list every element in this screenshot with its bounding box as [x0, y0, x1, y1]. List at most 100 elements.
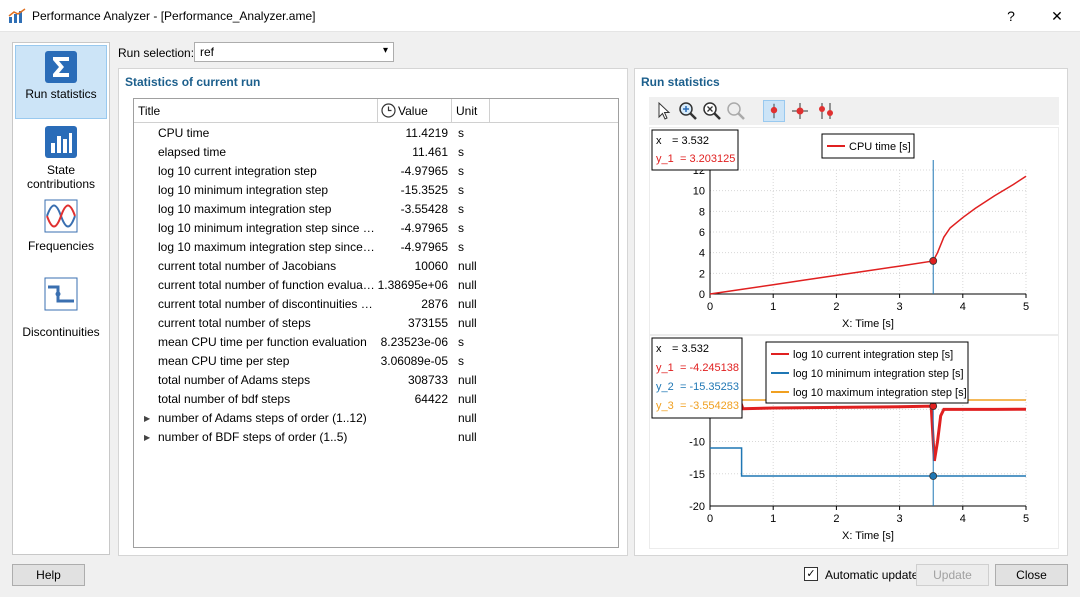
row-value: -4.97965	[400, 164, 448, 178]
table-row[interactable]: total number of bdf steps 64422 null	[134, 390, 618, 409]
cursor-marker	[929, 257, 938, 265]
row-title: current total number of steps	[158, 316, 311, 330]
expand-arrow-icon[interactable]: ▶	[144, 428, 150, 447]
series-line	[708, 402, 1027, 462]
table-row[interactable]: log 10 maximum integration step since la…	[134, 238, 618, 257]
row-unit: s	[458, 145, 464, 159]
table-row[interactable]: current total number of steps 373155 null	[134, 314, 618, 333]
row-unit: s	[458, 202, 464, 216]
row-title: number of Adams steps of order (1..12)	[158, 411, 367, 425]
cpu-time-plot[interactable]: 0 2 4 6 8 10 12 0 1 2 3 4 5 X: Time [s] x = 3.532 y_1 = 3…	[649, 127, 1059, 335]
row-value: -15.3525	[400, 183, 448, 197]
table-row[interactable]: current total number of discontinuities …	[134, 295, 618, 314]
auto-update-label: Automatic update	[825, 568, 919, 582]
x-tick-label: 0	[707, 301, 713, 313]
row-title: log 10 maximum integration step	[158, 202, 332, 216]
close-button[interactable]: Close	[995, 564, 1068, 586]
y-tick-label: 6	[699, 227, 705, 239]
zoom-disabled-icon[interactable]	[725, 100, 747, 122]
x-axis-label: X: Time [s]	[842, 318, 894, 330]
table-row[interactable]: elapsed time 11.461 s	[134, 143, 618, 162]
sidebar-item-state-contributions[interactable]: State contributions	[15, 125, 107, 191]
row-unit: null	[458, 278, 477, 292]
row-value: 2876	[421, 297, 448, 311]
stats-panel-title: Statistics of current run	[125, 75, 261, 89]
row-value: 8.23523e-06	[380, 335, 448, 349]
table-row[interactable]: mean CPU time per function evaluation 8.2…	[134, 333, 618, 352]
y-tick-label: 0	[699, 289, 705, 301]
integration-step-chart[interactable]: -5-10-15-20012345X: Time [s]x= 3.532y_1=…	[650, 336, 1058, 548]
zoom-reset-icon[interactable]	[701, 100, 723, 122]
integration-step-plot[interactable]: -5-10-15-20012345X: Time [s]x= 3.532y_1=…	[649, 335, 1059, 549]
sigma-icon	[45, 51, 77, 83]
row-unit: s	[458, 164, 464, 178]
legend-label: CPU time [s]	[849, 141, 911, 153]
row-value: 373155	[407, 316, 448, 330]
cursor-readout-value: = -4.245138	[680, 362, 739, 374]
table-row[interactable]: CPU time 11.4219 s	[134, 124, 618, 143]
y-tick-label: 10	[693, 186, 705, 198]
x-tick-label: 1	[770, 513, 776, 525]
cpu-time-chart[interactable]: 0246810120 1 2 3 4 5X: Time [s]x = 3.532y_1 = 3…	[650, 128, 1058, 334]
title-bar: Performance Analyzer - [Performance_Anal…	[0, 0, 1080, 32]
row-unit: null	[458, 411, 477, 425]
run-selection-value: ref	[200, 45, 215, 59]
cursor-single-icon[interactable]	[763, 100, 785, 122]
cursor-readout-value: = -3.554283	[680, 400, 739, 412]
table-row[interactable]: ▶ number of BDF steps of order (1..5) null	[134, 428, 618, 447]
clock-icon	[381, 103, 396, 118]
table-row[interactable]: total number of Adams steps 308733 null	[134, 371, 618, 390]
update-button[interactable]: Update	[916, 564, 989, 586]
expand-arrow-icon[interactable]: ▶	[144, 409, 150, 428]
run-selection-label: Run selection:	[118, 46, 195, 60]
x-axis-label: X: Time [s]	[842, 530, 894, 542]
sidebar-item-frequencies[interactable]: Frequencies	[15, 199, 107, 255]
sidebar-item-discontinuities[interactable]: Discontinuities	[15, 277, 107, 339]
run-selection-dropdown[interactable]: ref ▾	[194, 42, 394, 62]
row-unit: s	[458, 354, 464, 368]
table-row[interactable]: current total number of function evaluat…	[134, 276, 618, 295]
legend-label: log 10 maximum integration step [s]	[793, 387, 967, 399]
pointer-icon[interactable]	[653, 100, 675, 122]
cursor-double-icon[interactable]	[815, 100, 837, 122]
close-icon[interactable]: ✕	[1034, 0, 1080, 32]
help-icon[interactable]: ?	[988, 0, 1034, 32]
table-row[interactable]: log 10 minimum integration step -15.3525 s	[134, 181, 618, 200]
sidebar-item-label: Discontinuities	[22, 325, 100, 339]
row-value: 1.38695e+06	[377, 278, 448, 292]
y-tick-label: 2	[699, 268, 705, 280]
table-row[interactable]: mean CPU time per step 3.06089e-05 s	[134, 352, 618, 371]
y-tick-label: 4	[699, 248, 705, 260]
x-tick-label: 2	[833, 513, 839, 525]
table-row[interactable]: ▶ number of Adams steps of order (1..12) n…	[134, 409, 618, 428]
app-chart-icon	[8, 8, 26, 23]
zoom-in-icon[interactable]	[677, 100, 699, 122]
x-tick-label: 2	[833, 301, 839, 313]
row-value: -3.55428	[400, 202, 448, 216]
table-header: Title Value Unit	[134, 99, 618, 123]
table-row[interactable]: log 10 maximum integration step -3.55428 s	[134, 200, 618, 219]
window-title: Performance Analyzer - [Performance_Anal…	[32, 9, 316, 23]
table-row[interactable]: current total number of Jacobians 10060 nu…	[134, 257, 618, 276]
row-title: log 10 current integration step	[158, 164, 317, 178]
row-unit: s	[458, 183, 464, 197]
row-value: 3.06089e-05	[380, 354, 448, 368]
cursor-cross-icon[interactable]	[789, 100, 811, 122]
column-header-title[interactable]: Title	[134, 99, 378, 123]
row-unit: null	[458, 259, 477, 273]
table-row[interactable]: log 10 minimum integration step since la…	[134, 219, 618, 238]
stats-table[interactable]: Title Value Unit CPU time 11.4219 s elapsed…	[133, 98, 619, 548]
row-title: CPU time	[158, 126, 210, 140]
column-header-value[interactable]: Value	[378, 99, 452, 123]
row-title: log 10 minimum integration step	[158, 183, 329, 197]
cursor-marker	[929, 472, 938, 480]
sidebar-item-run-statistics[interactable]: Run statistics	[15, 45, 107, 119]
column-header-value-label: Value	[398, 104, 428, 118]
cursor-readout-label: y_1	[656, 153, 674, 165]
legend-label: log 10 current integration step [s]	[793, 349, 953, 361]
help-button[interactable]: Help	[12, 564, 85, 586]
auto-update-checkbox[interactable]: ✓	[804, 567, 818, 581]
column-header-unit[interactable]: Unit	[452, 99, 490, 123]
table-row[interactable]: log 10 current integration step -4.97965 s	[134, 162, 618, 181]
y-tick-label: -15	[689, 469, 705, 481]
